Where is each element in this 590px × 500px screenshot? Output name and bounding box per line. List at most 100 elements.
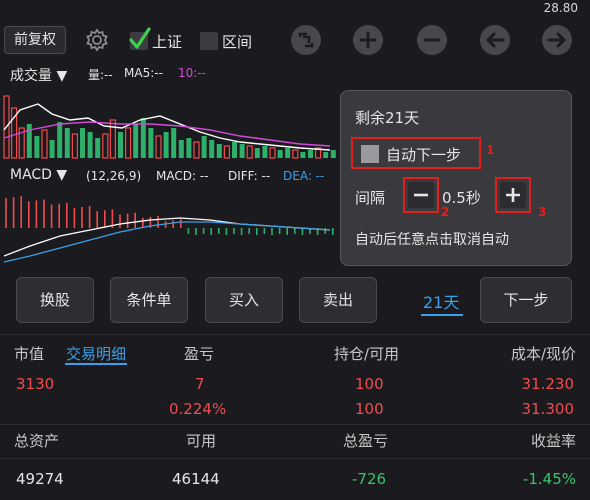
total-assets-value: 49274 — [16, 470, 64, 488]
arrow-right-icon[interactable] — [542, 25, 572, 55]
volume-bar — [71, 133, 79, 159]
interval-label: 间隔 — [355, 189, 386, 207]
volume-bar — [285, 148, 291, 158]
status-bar: 28.80 — [0, 0, 590, 18]
available-value: 46144 — [172, 470, 220, 488]
volume-bar — [148, 128, 154, 158]
total-pnl-value: -726 — [352, 470, 387, 488]
interval-value: 0.5秒 — [442, 189, 481, 207]
switch-stock-button[interactable]: 换股 — [16, 277, 94, 323]
marker-3: 3 — [538, 205, 547, 219]
trade-detail-tab[interactable]: 交易明细 — [66, 343, 126, 364]
market-value: 3130 — [16, 375, 55, 393]
market-value-header: 市值 — [14, 345, 45, 363]
volume-bar — [155, 135, 162, 159]
shanghai-index-checkbox[interactable]: 上证 — [129, 27, 183, 52]
divider — [0, 458, 590, 459]
current-price: 28.80 — [543, 1, 578, 15]
current-price-value: 31.300 — [521, 400, 575, 418]
volume-bar — [239, 144, 245, 158]
remaining-days: 剩余21天 — [355, 109, 420, 127]
return-rate-header: 收益率 — [530, 432, 576, 450]
total-assets-header: 总资产 — [14, 432, 60, 450]
divider — [0, 334, 590, 335]
cost-value: 31.230 — [521, 375, 575, 393]
plus-icon — [506, 188, 520, 202]
volume-bar — [163, 132, 169, 158]
volume-bar — [193, 141, 200, 159]
auto-next-checkbox[interactable]: 自动下一步 — [351, 137, 481, 169]
macd-histogram — [3, 196, 334, 263]
available-position: 100 — [355, 400, 384, 418]
volume-bar — [308, 150, 313, 158]
check-icon — [129, 27, 151, 50]
cost-price-header: 成本/现价 — [510, 345, 576, 363]
ma10-value: 10:-- — [178, 66, 206, 80]
position-header: 持仓/可用 — [334, 345, 400, 363]
macd-indicator-selector[interactable]: MACD ▼ — [10, 167, 67, 183]
volume-bar — [232, 142, 237, 158]
volume-bar — [292, 149, 299, 159]
conditional-order-button[interactable]: 条件单 — [110, 277, 188, 323]
volume-bar — [57, 122, 63, 158]
available-header: 可用 — [186, 432, 217, 450]
minus-icon[interactable] — [417, 25, 447, 55]
pnl-percent: 0.224% — [169, 400, 227, 418]
volume-bar — [87, 132, 93, 158]
range-checkbox[interactable]: 区间 — [200, 30, 252, 52]
arrow-left-icon[interactable] — [480, 25, 510, 55]
marker-1: 1 — [486, 143, 495, 157]
return-rate-value: -1.45% — [522, 470, 576, 488]
pnl-header: 盈亏 — [184, 345, 215, 363]
range-label: 区间 — [222, 32, 253, 51]
minus-icon — [414, 193, 428, 197]
volume-bar — [118, 132, 123, 158]
days-underline — [421, 314, 463, 316]
interval-increase-button[interactable] — [495, 177, 531, 213]
volume-bar — [41, 129, 48, 159]
chart-toolbar: 前复权 上证 区间 — [0, 18, 590, 62]
sell-button[interactable]: 卖出 — [299, 277, 377, 323]
volume-bar — [330, 150, 336, 158]
dea-line — [3, 221, 331, 263]
total-pnl-header: 总盈亏 — [343, 432, 389, 450]
fit-icon[interactable] — [291, 25, 321, 55]
volume-bar — [64, 128, 70, 158]
auto-next-label: 自动下一步 — [386, 146, 462, 164]
volume-bar — [95, 138, 101, 158]
next-step-button[interactable]: 下一步 — [480, 277, 572, 323]
auto-cancel-hint: 自动后任意点击取消自动 — [355, 232, 509, 248]
pnl-value: 7 — [195, 375, 205, 393]
volume-bar — [178, 140, 184, 158]
position-value: 100 — [355, 375, 384, 393]
volume-bar — [133, 124, 139, 158]
volume-bar — [102, 133, 109, 159]
volume-bar — [186, 138, 192, 158]
volume-bar — [216, 144, 222, 158]
plus-icon[interactable] — [353, 25, 383, 55]
volume-bar — [49, 140, 55, 158]
volume-bar — [171, 128, 177, 158]
volume-bar — [109, 119, 117, 159]
volume-bar — [34, 136, 40, 158]
volume-bar — [300, 152, 306, 158]
volume-bar — [323, 152, 329, 158]
auto-play-popup: 剩余21天 自动下一步 1 间隔 2 0.5秒 3 自动后任意点击取消自动 — [340, 90, 572, 266]
buy-button[interactable]: 买入 — [205, 277, 283, 323]
ma5-value: MA5:-- — [124, 66, 163, 80]
volume-bar — [209, 140, 215, 158]
price-adjust-button[interactable]: 前复权 — [4, 26, 66, 54]
shanghai-index-label: 上证 — [152, 32, 183, 51]
volume-bar — [254, 148, 260, 158]
volume-bar — [246, 145, 253, 159]
volume-bar — [262, 146, 268, 158]
days-tab[interactable]: 21天 — [423, 289, 459, 313]
volume-bar — [269, 147, 276, 159]
macd-value: MACD: -- — [156, 169, 209, 183]
volume-bar — [201, 136, 207, 158]
gear-icon[interactable] — [84, 27, 110, 53]
interval-decrease-button[interactable] — [403, 177, 439, 213]
unchecked-box — [200, 32, 218, 50]
volume-bar — [223, 145, 230, 159]
trade-detail-underline — [65, 363, 127, 365]
